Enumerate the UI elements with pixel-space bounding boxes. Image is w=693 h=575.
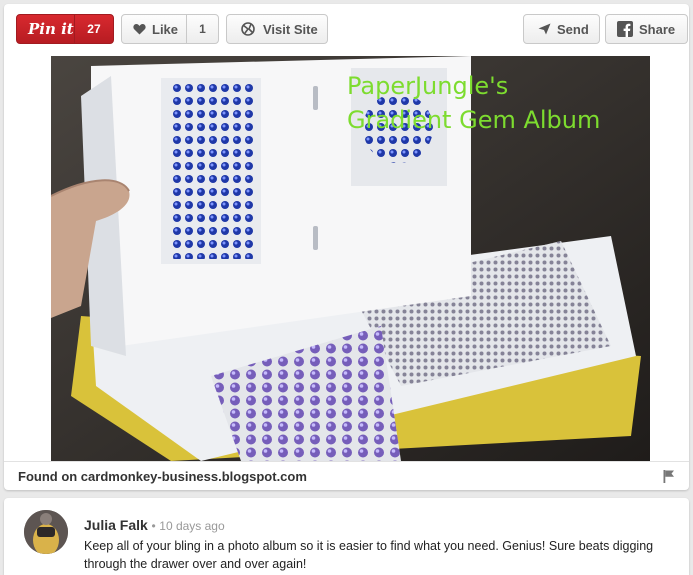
found-on-bar: Found on cardmonkey-business.blogspot.co… xyxy=(4,461,689,490)
facebook-icon xyxy=(617,21,633,37)
overlay-title-line2: Gradient Gem Album xyxy=(347,106,600,134)
share-button[interactable]: Share xyxy=(605,14,688,44)
comment-time: 10 days ago xyxy=(159,519,225,533)
visit-site-label: Visit Site xyxy=(263,21,318,37)
pin-it-label: Pin it xyxy=(28,20,74,38)
like-count: 1 xyxy=(185,15,218,43)
comment-card: Julia Falk • 10 days ago Keep all of you… xyxy=(4,498,689,575)
comment-text: Keep all of your bling in a photo album … xyxy=(84,539,654,571)
gem-album-photo: PaperJungle's Gradient Gem Album xyxy=(51,56,650,461)
avatar-image xyxy=(24,510,68,554)
flag-icon[interactable] xyxy=(663,470,675,483)
overlay-title-line1: PaperJungle's xyxy=(347,72,508,100)
link-globe-icon xyxy=(241,22,255,36)
send-button[interactable]: Send xyxy=(523,14,600,44)
like-text: Like xyxy=(152,21,179,37)
pin-card: Pin it 27 Like 1 Visit Site Send Share P… xyxy=(4,4,689,490)
like-label-group: Like xyxy=(122,22,186,37)
visit-site-button[interactable]: Visit Site xyxy=(226,14,328,44)
comment-author[interactable]: Julia Falk xyxy=(84,517,148,533)
share-label: Share xyxy=(639,21,676,37)
pin-toolbar: Pin it 27 Like 1 Visit Site Send Share xyxy=(4,4,689,56)
like-button[interactable]: Like 1 xyxy=(121,14,219,44)
heart-icon xyxy=(133,24,146,35)
found-on-link[interactable]: Found on cardmonkey-business.blogspot.co… xyxy=(18,469,307,484)
avatar[interactable] xyxy=(24,510,68,554)
comment-header: Julia Falk • 10 days ago xyxy=(84,517,225,533)
paper-plane-icon xyxy=(538,23,551,35)
comment-separator: • xyxy=(151,519,156,533)
pin-image[interactable]: PaperJungle's Gradient Gem Album xyxy=(51,56,650,461)
send-label: Send xyxy=(557,21,589,37)
pin-it-button[interactable]: Pin it 27 xyxy=(16,14,114,44)
pin-count: 27 xyxy=(73,15,113,43)
